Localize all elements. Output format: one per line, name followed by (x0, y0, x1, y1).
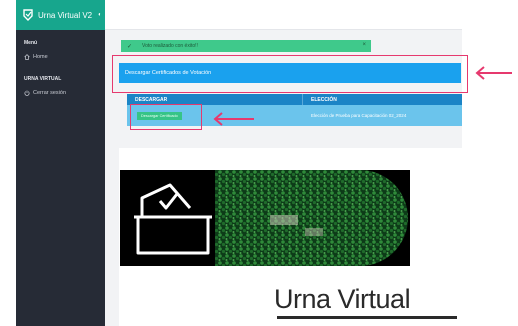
app-title: Urna Virtual V2 (38, 10, 93, 20)
sidebar-item-label: Cerrar sesión (33, 90, 67, 96)
sidebar-item-logout[interactable]: Cerrar sesión (24, 90, 66, 96)
sidebar-item-home[interactable]: Home (24, 54, 48, 60)
main-content: ✓ Voto realizado con éxito!! × Descargar… (105, 0, 464, 326)
arrow-left-icon (213, 112, 254, 126)
urna-section-heading: URNA VIRTUAL (24, 76, 62, 82)
banner-card: Urna Virtual (119, 148, 464, 326)
column-header-election: ELECCIÓN (311, 96, 337, 103)
sidebar-toggle-icon[interactable]: ◐ (98, 12, 102, 18)
check-icon: ✓ (127, 43, 133, 50)
arrow-left-icon (475, 66, 512, 80)
success-alert: ✓ Voto realizado con éxito!! × (121, 40, 371, 52)
brand-wordmark: Urna Virtual (274, 284, 411, 314)
close-icon[interactable]: × (362, 42, 366, 48)
menu-section-heading: Menú (24, 40, 38, 46)
sidebar-item-label: Home (33, 54, 48, 60)
right-margin (462, 0, 518, 326)
power-icon (24, 90, 30, 96)
screenshot: Urna Virtual V2 ◐ Menú Home URNA VIRTUAL… (0, 0, 518, 326)
annotation-frame-download-button (130, 104, 202, 130)
election-cell: Elección de Prueba para Capacitación 02_… (311, 113, 407, 118)
home-icon (24, 54, 30, 60)
brand-bar: Urna Virtual V2 ◐ (16, 0, 105, 30)
sidebar: Urna Virtual V2 ◐ Menú Home URNA VIRTUAL… (16, 0, 105, 326)
top-bar (105, 0, 462, 30)
annotation-frame-cert-button (112, 55, 468, 93)
alert-message: Voto realizado con éxito!! (142, 43, 198, 49)
wordmark-underline (277, 316, 457, 319)
urna-banner-image (120, 170, 410, 266)
urna-logo-icon (23, 9, 33, 21)
